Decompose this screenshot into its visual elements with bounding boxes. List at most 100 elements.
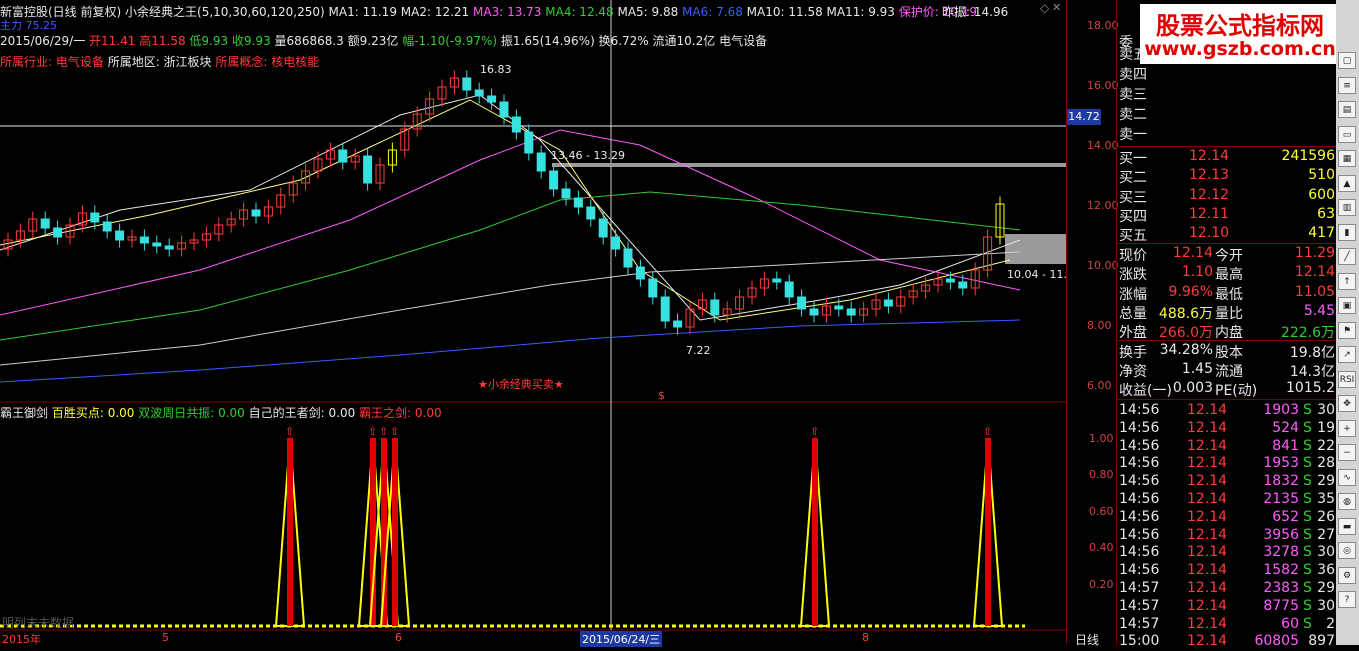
- sell-row[interactable]: 卖四: [1117, 64, 1337, 83]
- tick-row[interactable]: 14:56 12.14 2135 S 35: [1117, 491, 1337, 509]
- stat-row[interactable]: 总量 488.6万 量比 5.45: [1117, 303, 1337, 322]
- tick-row[interactable]: 14:56 12.14 1582 S 36: [1117, 562, 1337, 580]
- concept-label[interactable]: 所属概念: 核电核能: [215, 55, 319, 69]
- help-icon[interactable]: ?: [1338, 591, 1356, 608]
- tick-row[interactable]: 14:56 12.14 1903 S 30: [1117, 402, 1337, 420]
- window-icon[interactable]: ▢: [1338, 52, 1356, 69]
- tick-price: 12.14: [1187, 544, 1228, 561]
- sell-row[interactable]: 卖一: [1117, 124, 1337, 143]
- list-icon[interactable]: ≡: [1338, 76, 1356, 94]
- globe-icon[interactable]: ◍: [1338, 493, 1356, 510]
- ma-legend-2: MA3: 13.73: [469, 5, 542, 19]
- buy-row[interactable]: 买四 12.11 63: [1117, 205, 1337, 225]
- tick-price: 12.14: [1187, 526, 1228, 543]
- industry-label[interactable]: 所属行业: 电气设备: [0, 55, 104, 69]
- fund-label: 股本: [1215, 345, 1243, 361]
- tick-price: 12.14: [1187, 402, 1228, 418]
- tick-volume: 3278: [1263, 544, 1299, 561]
- candle-body: [511, 116, 521, 133]
- high-label: 16.83: [480, 63, 512, 76]
- settings-icon[interactable]: ⚙: [1338, 566, 1356, 584]
- table-icon[interactable]: ▤: [1338, 101, 1356, 118]
- tick-row[interactable]: 14:56 12.14 1953 S 28: [1117, 455, 1337, 473]
- sell-label: 卖五: [1119, 47, 1147, 63]
- ma-legend-6: MA10: 11.58: [742, 5, 823, 19]
- tick-row[interactable]: 15:00 12.14 60805 897: [1117, 633, 1337, 651]
- zoom-out-icon[interactable]: −: [1338, 444, 1356, 461]
- candle-icon[interactable]: ▮: [1338, 223, 1356, 241]
- sub-tick-4: 0.20: [1089, 577, 1114, 591]
- sub-legend-item-0: 霸王御剑: [0, 406, 49, 420]
- tick-row[interactable]: 14:56 12.14 3956 S 27: [1117, 527, 1337, 545]
- buy-row[interactable]: 买五 12.10 417: [1117, 225, 1337, 244]
- doc-icon[interactable]: ▭: [1338, 125, 1356, 143]
- tick-count: 35: [1317, 491, 1335, 507]
- zoom-in-icon[interactable]: +: [1338, 419, 1356, 437]
- tick-count: 27: [1317, 526, 1335, 543]
- sell-row[interactable]: 卖三: [1117, 84, 1337, 103]
- period-label[interactable]: 日线: [1075, 631, 1099, 648]
- sub-tick-2: 0.60: [1089, 504, 1114, 518]
- fund-row[interactable]: 净资 1.45 流通 14.3亿: [1117, 361, 1337, 380]
- fund-row[interactable]: 换手 34.28% 股本 19.8亿: [1117, 342, 1337, 361]
- tick-price: 12.14: [1187, 508, 1228, 525]
- tick-row[interactable]: 14:57 12.14 8775 S 30: [1117, 598, 1337, 616]
- stat-row[interactable]: 外盘 266.0万 内盘 222.6万: [1117, 322, 1337, 341]
- quote-panel: 委 卖五 卖四 卖三 卖二 卖一 买一 12.14 241596 买二 12.13 510 买三 12…: [1116, 0, 1337, 649]
- tick-side: S: [1303, 544, 1312, 561]
- kline-svg[interactable]: ⇧ ⇧ ⇧ ⇧ ⇧ ⇧: [0, 0, 1066, 645]
- tick-row[interactable]: 14:56 12.14 524 S 19: [1117, 420, 1337, 438]
- up-icon[interactable]: ↑: [1338, 272, 1356, 290]
- close-icon[interactable]: ✕: [1052, 1, 1061, 14]
- stat-row[interactable]: 涨跌 1.10 最高 12.14: [1117, 264, 1337, 284]
- line-icon[interactable]: ╱: [1338, 248, 1356, 265]
- sub-tick-0: 1.00: [1089, 432, 1114, 445]
- buy-row[interactable]: 买三 12.12 600: [1117, 187, 1337, 206]
- ma-line-5: [0, 319, 1021, 383]
- tick-row[interactable]: 14:57 12.14 2383 S 29: [1117, 580, 1337, 598]
- stat-row[interactable]: 涨幅 9.96% 最低 11.05: [1117, 284, 1337, 303]
- tick-row[interactable]: 14:56 12.14 652 S 26: [1117, 509, 1337, 527]
- buy-price: 12.11: [1189, 205, 1230, 222]
- ring-icon[interactable]: ◎: [1338, 542, 1356, 559]
- bars-icon[interactable]: ▥: [1338, 199, 1356, 216]
- diamond-icon[interactable]: ◇: [1040, 1, 1049, 15]
- candle-body: [673, 320, 683, 328]
- tick-side: S: [1303, 402, 1312, 418]
- sub-spike-bar: [812, 438, 818, 626]
- chart-icon[interactable]: ▲: [1338, 174, 1356, 192]
- tick-row[interactable]: 14:56 12.14 3278 S 30: [1117, 544, 1337, 562]
- stat-label: 最高: [1215, 267, 1243, 284]
- tick-count: 29: [1317, 580, 1335, 596]
- calc-icon[interactable]: ▣: [1338, 297, 1356, 314]
- candle-body: [660, 296, 670, 322]
- region-label[interactable]: 所属地区: 浙江板块: [108, 55, 212, 69]
- rsi-icon[interactable]: RSI: [1338, 370, 1356, 388]
- sell-row[interactable]: 卖五: [1117, 44, 1337, 63]
- candle-body: [474, 89, 484, 97]
- stat-row[interactable]: 现价 12.14 今开 11.29: [1117, 245, 1337, 264]
- tick-row[interactable]: 14:56 12.14 1832 S 29: [1117, 473, 1337, 491]
- tick-row[interactable]: 14:56 12.14 841 S 22: [1117, 438, 1337, 456]
- candle-body: [549, 170, 559, 190]
- sell-row[interactable]: 卖二: [1117, 104, 1337, 123]
- wave-icon[interactable]: ∿: [1338, 468, 1356, 486]
- move-icon[interactable]: ✥: [1338, 395, 1356, 412]
- fund-label: 流通: [1215, 364, 1243, 380]
- candle-body: [772, 278, 782, 283]
- current-line-price: 14.72: [1067, 109, 1101, 125]
- buy-row[interactable]: 买二 12.13 510: [1117, 167, 1337, 186]
- candle-body: [635, 266, 645, 280]
- quote-high: 高11.58: [139, 34, 186, 48]
- fund-value: 19.8亿: [1289, 345, 1335, 361]
- book-icon[interactable]: ▬: [1338, 517, 1356, 535]
- kline-chart-area[interactable]: ⇧ ⇧ ⇧ ⇧ ⇧ ⇧ 新富控股(日线 前复权) 小余经典之王(5,10,30,60,12…: [0, 0, 1340, 647]
- trend-icon[interactable]: ↗: [1338, 346, 1356, 363]
- ma-legend-7: MA11: 9.93: [822, 5, 895, 19]
- fund-row[interactable]: 收益(一) 0.003 PE(动) 1015.2: [1117, 380, 1337, 399]
- grid-icon[interactable]: ▦: [1338, 150, 1356, 167]
- tick-count: 19: [1317, 419, 1335, 436]
- tick-row[interactable]: 14:57 12.14 60 S 2: [1117, 616, 1337, 634]
- flag-icon[interactable]: ⚑: [1338, 321, 1356, 339]
- buy-row[interactable]: 买一 12.14 241596: [1117, 148, 1337, 167]
